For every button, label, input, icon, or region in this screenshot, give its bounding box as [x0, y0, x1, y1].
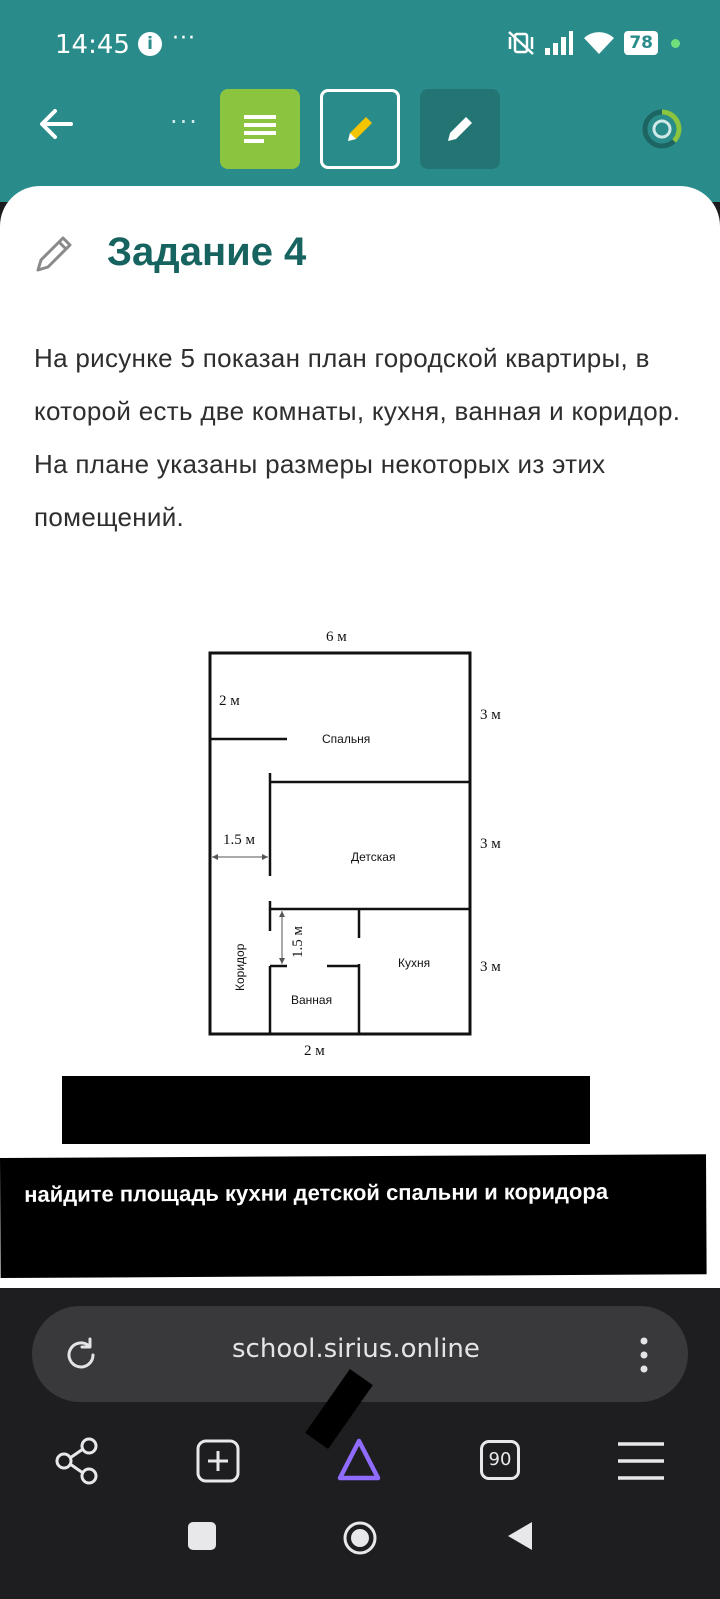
next-task-button[interactable] [420, 89, 500, 169]
menu-kebab-icon[interactable] [640, 1336, 648, 1374]
notification-dots: ··· [172, 26, 196, 51]
home-circle-icon[interactable] [342, 1520, 378, 1556]
recents-square-icon[interactable] [186, 1520, 218, 1552]
status-bar: 14:45 i ··· 78 [0, 0, 720, 72]
battery-level: 78 [624, 31, 658, 55]
browser-nav-row: 90 [0, 1436, 720, 1496]
dim-kids-height: 3 м [480, 836, 501, 852]
text-step-button[interactable] [220, 89, 300, 169]
app-toolbar: ··· [0, 72, 720, 202]
room-bath: Ванная [291, 993, 332, 1007]
dim-kitchen-height: 3 м [480, 959, 501, 975]
dim-bath-height: 1.5 м [290, 926, 306, 959]
tabs-count[interactable]: 90 [480, 1440, 520, 1480]
hamburger-menu-icon[interactable] [616, 1436, 666, 1486]
new-tab-icon[interactable] [194, 1436, 244, 1486]
status-icons: 78 [507, 30, 680, 56]
system-nav-bar [0, 1510, 720, 1580]
current-task-button[interactable] [320, 89, 400, 169]
progress-ring-icon[interactable] [640, 107, 684, 151]
pencil-icon [448, 117, 472, 141]
url-text[interactable]: school.sirius.online [232, 1334, 480, 1364]
assistant-icon[interactable] [334, 1436, 384, 1486]
signal-icon [545, 31, 574, 55]
browser-bottom-bar: school.sirius.online 90 [0, 1288, 720, 1599]
more-steps[interactable]: ··· [170, 108, 199, 136]
dim-corridor-top: 2 м [219, 693, 240, 709]
question-banner: найдите площадь кухни детской спальни и … [0, 1154, 707, 1278]
back-arrow-icon[interactable] [35, 102, 79, 146]
status-time: 14:45 [55, 30, 130, 60]
task-card: Задание 4 На рисунке 5 показан план горо… [0, 186, 720, 1298]
battery-dot-icon [671, 38, 680, 48]
mute-vibrate-icon [508, 31, 535, 55]
pencil-icon [348, 117, 372, 141]
room-kitchen: Кухня [398, 956, 430, 970]
question-text: найдите площадь кухни детской спальни и … [24, 1178, 609, 1207]
room-bedroom: Спальня [322, 732, 370, 746]
info-icon: i [138, 32, 162, 56]
dim-bottom-width: 2 м [304, 1043, 325, 1059]
back-triangle-icon[interactable] [504, 1520, 536, 1552]
redaction-block [62, 1076, 590, 1144]
wifi-icon [584, 32, 615, 54]
share-icon[interactable] [52, 1436, 102, 1486]
text-lines-icon [244, 115, 276, 143]
dim-bedroom-height: 3 м [480, 707, 501, 723]
room-corridor: Коридор [233, 943, 247, 991]
dim-corridor-mid: 1.5 м [223, 832, 256, 848]
room-kids: Детская [351, 850, 395, 864]
dim-top-width: 6 м [326, 629, 347, 645]
reload-icon[interactable] [62, 1336, 100, 1374]
